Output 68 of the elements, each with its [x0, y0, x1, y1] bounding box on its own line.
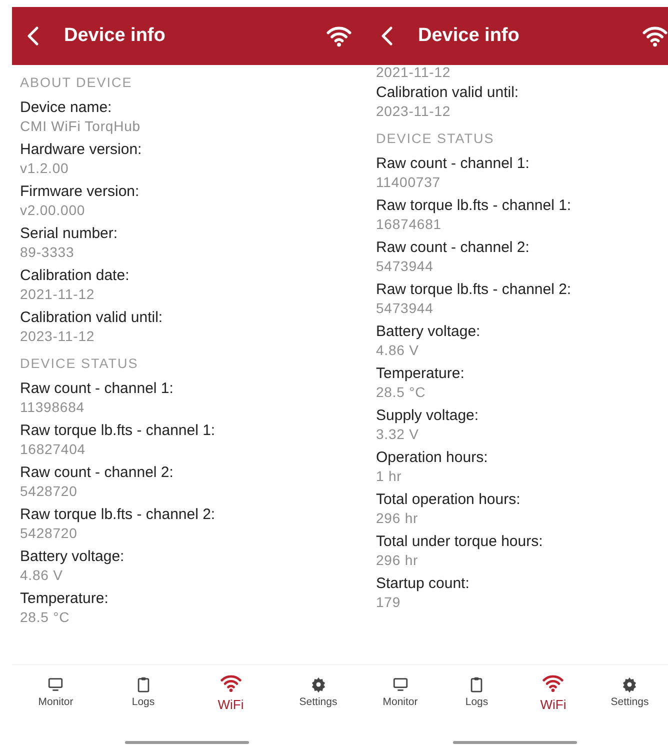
field-label: Startup count: — [376, 574, 470, 593]
field-label: Operation hours: — [376, 448, 489, 467]
field-value: CMI WiFi TorqHub — [20, 117, 142, 135]
field-label: Battery voltage: — [20, 547, 126, 566]
field-label: Temperature: — [20, 589, 110, 608]
field-value: v1.2.00 — [20, 159, 70, 177]
field-label: Total operation hours: — [376, 490, 522, 509]
field-value: 28.5 °C — [376, 383, 427, 401]
wifi-icon — [542, 672, 564, 694]
field-label: Device name: — [20, 98, 113, 117]
field-value: 1 hr — [376, 467, 403, 485]
field-label: Raw torque lb.fts - channel 1: — [376, 196, 572, 215]
field-value: 3.32 V — [376, 425, 420, 443]
monitor-icon — [392, 676, 409, 693]
field-label: Hardware version: — [20, 140, 143, 159]
field-label: Raw count - channel 2: — [20, 463, 174, 482]
field-value: 2021-11-12 — [376, 65, 452, 79]
field-value: 179 — [376, 593, 402, 611]
field-value: 2021-11-12 — [20, 285, 96, 303]
field-label: Temperature: — [376, 364, 466, 383]
field-value: 296 hr — [376, 509, 420, 527]
settings-icon — [621, 676, 638, 693]
field-value: 5473944 — [376, 257, 434, 275]
field-value: 11398684 — [20, 398, 86, 416]
tab-item[interactable]: Monitor — [362, 665, 438, 719]
field-label: Raw torque lb.fts - channel 1: — [20, 421, 216, 440]
screen-title: Device info — [418, 25, 520, 47]
field-value: 4.86 V — [20, 566, 64, 584]
field-label: Calibration valid until: — [376, 83, 520, 102]
wifi-icon — [220, 672, 242, 694]
field-label: Serial number: — [20, 224, 119, 243]
field-label: Calibration date: — [20, 266, 130, 285]
field-label: Supply voltage: — [376, 406, 480, 425]
field-label: Raw count - channel 1: — [376, 154, 530, 173]
tab-item[interactable]: Monitor — [12, 665, 100, 719]
field-value: 28.5 °C — [20, 608, 71, 626]
tab-item[interactable]: Logs — [438, 665, 515, 719]
tab-item[interactable]: WiFi — [187, 665, 274, 719]
field-label: Firmware version: — [20, 182, 140, 201]
field-label: Raw count - channel 1: — [20, 379, 174, 398]
field-value: 89-3333 — [20, 243, 76, 261]
section-heading: ABOUT DEVICE — [20, 75, 134, 90]
field-value: 5428720 — [20, 482, 78, 500]
field-value: 16827404 — [20, 440, 86, 458]
field-value: 16874681 — [376, 215, 442, 233]
field-label: Battery voltage: — [376, 322, 482, 341]
field-value: v2.00.000 — [20, 201, 86, 219]
field-value: 296 hr — [376, 551, 420, 569]
monitor-icon — [47, 676, 64, 693]
tab-item[interactable]: Settings — [592, 665, 668, 719]
screen-title: Device info — [64, 25, 166, 47]
field-value: 5428720 — [20, 524, 78, 542]
field-label: Total under torque hours: — [376, 532, 544, 551]
field-value: 4.86 V — [376, 341, 420, 359]
section-heading: DEVICE STATUS — [20, 356, 140, 371]
field-label: Calibration valid until: — [20, 308, 164, 327]
field-value: 11400737 — [376, 173, 442, 191]
field-label: Raw torque lb.fts - channel 2: — [20, 505, 216, 524]
field-label: Raw count - channel 2: — [376, 238, 530, 257]
section-heading: DEVICE STATUS — [376, 131, 496, 146]
tab-item[interactable]: Settings — [274, 665, 362, 719]
field-value: 2023-11-12 — [376, 102, 452, 120]
field-label: Raw torque lb.fts - channel 2: — [376, 280, 572, 299]
tab-item[interactable]: WiFi — [515, 665, 592, 719]
settings-icon — [310, 676, 327, 693]
tab-item[interactable]: Logs — [100, 665, 187, 719]
field-value: 2023-11-12 — [20, 327, 96, 345]
field-value: 5473944 — [376, 299, 434, 317]
